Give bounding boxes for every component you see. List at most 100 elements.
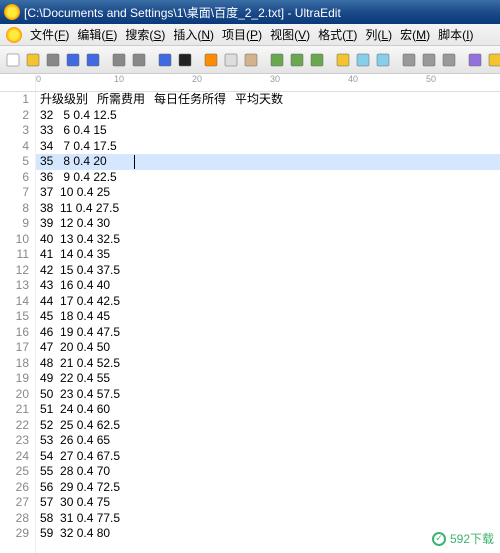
line-number: 29: [0, 526, 29, 542]
text-line[interactable]: 55 28 0.4 70: [36, 464, 500, 480]
wrap-icon[interactable]: [354, 49, 372, 71]
toolbar: [0, 46, 500, 74]
text-line[interactable]: 41 14 0.4 35: [36, 247, 500, 263]
line-number: 24: [0, 449, 29, 465]
app-icon: [4, 4, 20, 20]
line-number: 3: [0, 123, 29, 139]
menu-v[interactable]: 视图(V): [266, 24, 314, 45]
line-number: 23: [0, 433, 29, 449]
line-number: 15: [0, 309, 29, 325]
line-number: 11: [0, 247, 29, 263]
menu-n[interactable]: 插入(N): [169, 24, 218, 45]
line-number: 9: [0, 216, 29, 232]
line-number: 14: [0, 294, 29, 310]
ruler-tick: 30: [270, 74, 280, 84]
title-text: [C:\Documents and Settings\1\桌面\百度_2_2.t…: [24, 4, 341, 21]
text-line[interactable]: 38 11 0.4 27.5: [36, 201, 500, 217]
menu-t[interactable]: 格式(T): [314, 24, 361, 45]
line-number: 7: [0, 185, 29, 201]
editor[interactable]: 1234567891011121314151617181920212223242…: [0, 92, 500, 553]
find-icon[interactable]: [400, 49, 418, 71]
open-file-icon[interactable]: [24, 49, 42, 71]
cut-icon[interactable]: [202, 49, 220, 71]
hex-icon[interactable]: [334, 49, 352, 71]
header-line[interactable]: 升级级别 所需费用 每日任务所得 平均天数: [36, 92, 500, 108]
copy-icon[interactable]: [222, 49, 240, 71]
text-line[interactable]: 46 19 0.4 47.5: [36, 325, 500, 341]
line-number: 6: [0, 170, 29, 186]
print-preview-icon[interactable]: [130, 49, 148, 71]
titlebar: [C:\Documents and Settings\1\桌面\百度_2_2.t…: [0, 0, 500, 24]
text-line[interactable]: 35 8 0.4 20: [36, 154, 500, 170]
sort-desc-icon[interactable]: [288, 49, 306, 71]
text-line[interactable]: 50 23 0.4 57.5: [36, 387, 500, 403]
text-line[interactable]: 58 31 0.4 77.5: [36, 511, 500, 527]
app-menu-icon: [6, 27, 22, 43]
text-line[interactable]: 47 20 0.4 50: [36, 340, 500, 356]
replace-icon[interactable]: [420, 49, 438, 71]
func-list-icon[interactable]: [374, 49, 392, 71]
text-line[interactable]: 42 15 0.4 37.5: [36, 263, 500, 279]
text-line[interactable]: 33 6 0.4 15: [36, 123, 500, 139]
ruler-tick: 10: [114, 74, 124, 84]
line-number: 16: [0, 325, 29, 341]
save-as-icon[interactable]: [84, 49, 102, 71]
menu-s[interactable]: 搜索(S): [121, 24, 169, 45]
line-number: 27: [0, 495, 29, 511]
line-number: 21: [0, 402, 29, 418]
save-file-icon[interactable]: [64, 49, 82, 71]
close-file-icon[interactable]: [44, 49, 62, 71]
watermark: ✓ 592下载: [432, 530, 494, 547]
sort-asc-icon[interactable]: [268, 49, 286, 71]
ruler-tick: 50: [426, 74, 436, 84]
watermark-icon: ✓: [432, 532, 446, 546]
menubar: 文件(F)编辑(E)搜索(S)插入(N)项目(P)视图(V)格式(T)列(L)宏…: [0, 24, 500, 46]
text-line[interactable]: 49 22 0.4 55: [36, 371, 500, 387]
text-line[interactable]: 52 25 0.4 62.5: [36, 418, 500, 434]
text-line[interactable]: 40 13 0.4 32.5: [36, 232, 500, 248]
text-line[interactable]: 39 12 0.4 30: [36, 216, 500, 232]
text-line[interactable]: 45 18 0.4 45: [36, 309, 500, 325]
line-number: 20: [0, 387, 29, 403]
column-mode-icon[interactable]: [308, 49, 326, 71]
line-number: 13: [0, 278, 29, 294]
line-number: 18: [0, 356, 29, 372]
goto-icon[interactable]: [440, 49, 458, 71]
line-number: 17: [0, 340, 29, 356]
text-line[interactable]: 44 17 0.4 42.5: [36, 294, 500, 310]
bookmark-icon[interactable]: [466, 49, 484, 71]
text-line[interactable]: 43 16 0.4 40: [36, 278, 500, 294]
menu-m[interactable]: 宏(M): [396, 24, 434, 45]
text-line[interactable]: 51 24 0.4 60: [36, 402, 500, 418]
line-number: 4: [0, 139, 29, 155]
text-line[interactable]: 59 32 0.4 80: [36, 526, 500, 542]
print-icon[interactable]: [110, 49, 128, 71]
text-line[interactable]: 32 5 0.4 12.5: [36, 108, 500, 124]
text-caret: [134, 155, 135, 169]
menu-f[interactable]: 文件(F): [26, 24, 73, 45]
line-number: 22: [0, 418, 29, 434]
menu-i[interactable]: 脚本(I): [434, 24, 477, 45]
menu-e[interactable]: 编辑(E): [73, 24, 121, 45]
text-content[interactable]: 升级级别 所需费用 每日任务所得 平均天数32 5 0.4 12.533 6 0…: [36, 92, 500, 553]
line-number: 12: [0, 263, 29, 279]
toggle-insert-icon[interactable]: [156, 49, 174, 71]
highlight-icon[interactable]: [176, 49, 194, 71]
line-number: 10: [0, 232, 29, 248]
text-line[interactable]: 48 21 0.4 52.5: [36, 356, 500, 372]
text-line[interactable]: 36 9 0.4 22.5: [36, 170, 500, 186]
new-file-icon[interactable]: [4, 49, 22, 71]
line-number: 1: [0, 92, 29, 108]
menu-p[interactable]: 项目(P): [218, 24, 266, 45]
text-line[interactable]: 53 26 0.4 65: [36, 433, 500, 449]
paste-icon[interactable]: [242, 49, 260, 71]
text-line[interactable]: 37 10 0.4 25: [36, 185, 500, 201]
line-number: 19: [0, 371, 29, 387]
menu-l[interactable]: 列(L): [361, 24, 396, 45]
text-line[interactable]: 54 27 0.4 67.5: [36, 449, 500, 465]
text-line[interactable]: 56 29 0.4 72.5: [36, 480, 500, 496]
text-line[interactable]: 57 30 0.4 75: [36, 495, 500, 511]
text-line[interactable]: 34 7 0.4 17.5: [36, 139, 500, 155]
line-number: 2: [0, 108, 29, 124]
next-bm-icon[interactable]: [486, 49, 500, 71]
